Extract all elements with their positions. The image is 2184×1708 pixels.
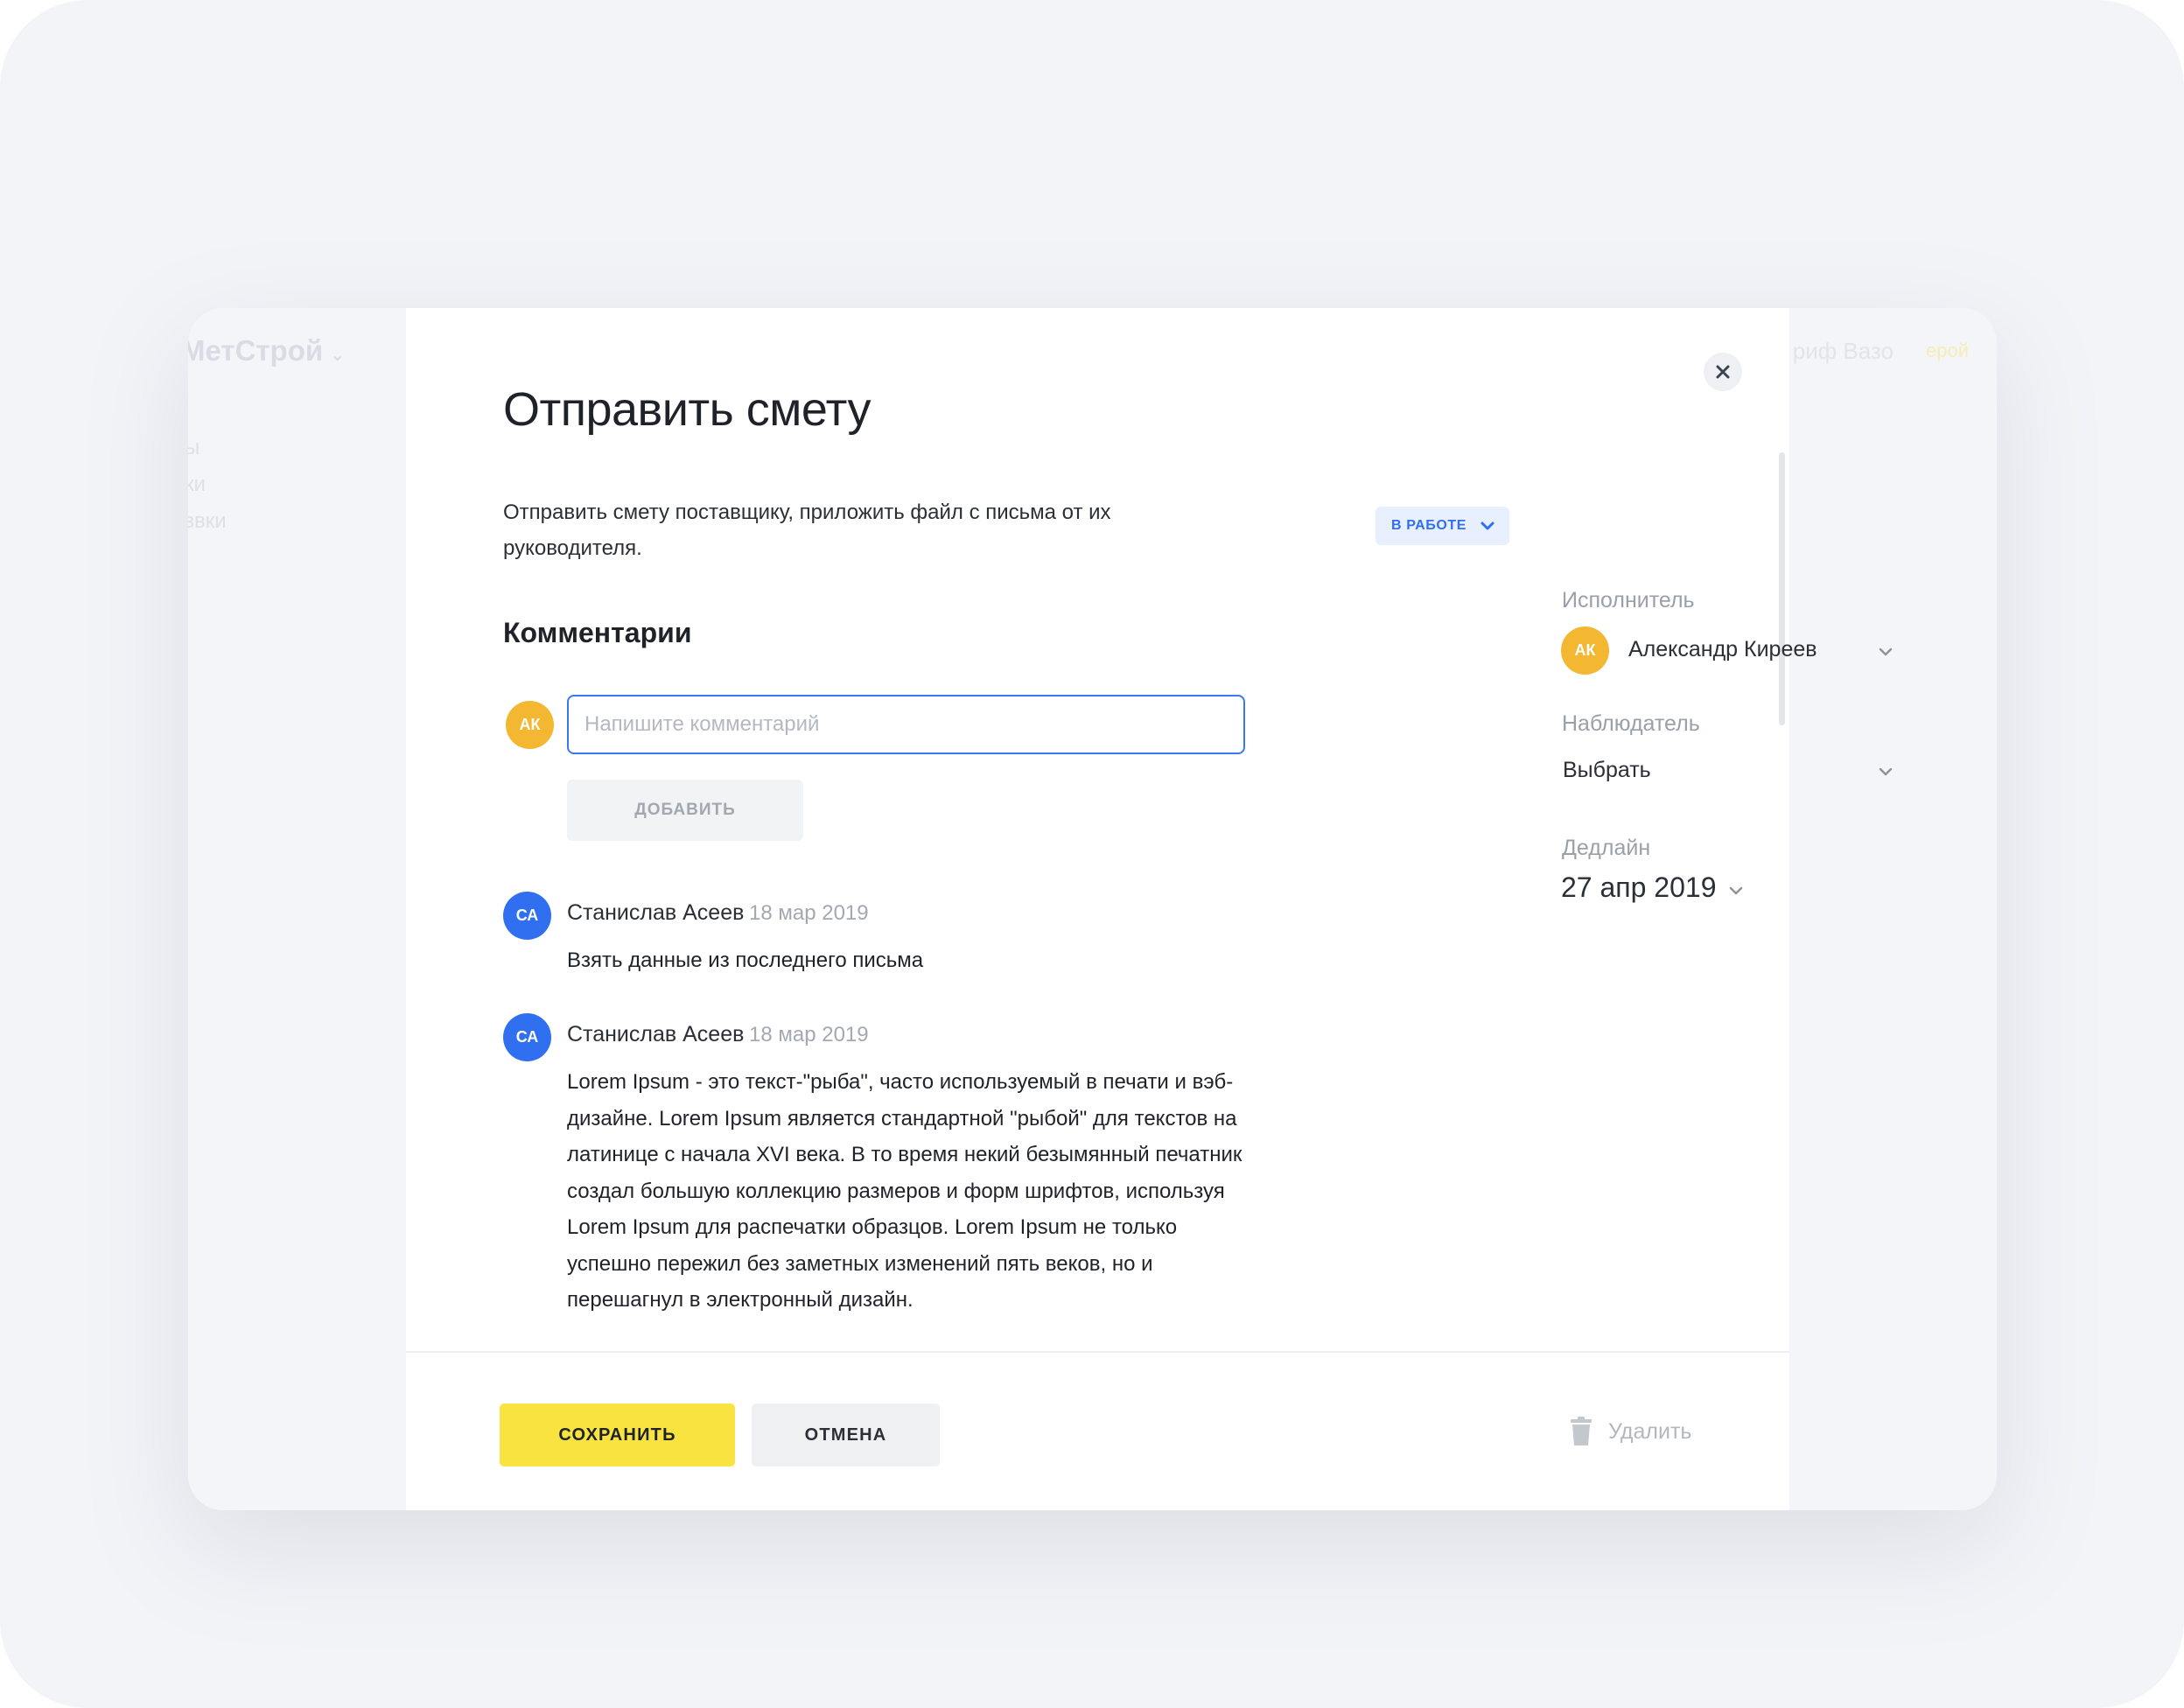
avatar: АК — [1561, 626, 1609, 675]
observer-value: Выбрать — [1563, 758, 1651, 782]
modal-title: Отправить смету — [503, 383, 871, 436]
brand-label: МетСтрой — [188, 334, 324, 367]
observer-select[interactable]: Выбрать — [1561, 752, 1894, 791]
deadline-value: 27 апр 2019 — [1561, 872, 1717, 903]
background-app-brand: МетСтрой ⌄ — [188, 334, 345, 368]
trash-icon — [1571, 1417, 1592, 1446]
comment-date: 18 мар 2019 — [749, 901, 869, 925]
comment-date: 18 мар 2019 — [749, 1023, 869, 1046]
status-label: В РАБОТЕ — [1391, 518, 1467, 533]
chevron-down-icon — [1729, 886, 1743, 895]
save-button[interactable]: СОХРАНИТЬ — [500, 1404, 735, 1466]
delete-label: Удалить — [1608, 1418, 1692, 1444]
comment-text: Взять данные из последнего письма — [567, 948, 924, 972]
chevron-down-icon: ⌄ — [330, 346, 345, 365]
background-nav-item: звки — [188, 509, 227, 533]
scrollbar[interactable] — [1779, 452, 1785, 725]
assignee-select[interactable]: АК Александр Киреев — [1561, 625, 1894, 676]
comment-author: Станислав Асеев — [567, 1022, 745, 1046]
deadline-label: Дедлайн — [1562, 836, 1651, 860]
comments-heading: Комментарии — [503, 617, 692, 648]
deadline-picker[interactable]: 27 апр 2019 — [1561, 868, 1771, 910]
assignee-name: Александр Киреев — [1628, 637, 1817, 662]
observer-label: Наблюдатель — [1562, 711, 1700, 736]
chevron-down-icon — [1480, 522, 1494, 530]
cancel-button[interactable]: ОТМЕНА — [752, 1404, 940, 1466]
close-button[interactable] — [1704, 353, 1742, 391]
app-window: МетСтрой ⌄ ы ки звки риф Вазо ерой Отправ… — [188, 308, 1997, 1510]
page-background: МетСтрой ⌄ ы ки звки риф Вазо ерой Отправ… — [0, 0, 2184, 1708]
comment-input[interactable] — [567, 695, 1245, 754]
close-icon — [1716, 365, 1730, 379]
comment-author: Станислав Асеев — [567, 900, 745, 925]
background-user-role: ерой — [1926, 340, 1969, 361]
add-comment-button[interactable]: ДОБАВИТЬ — [567, 780, 803, 841]
chevron-down-icon — [1879, 648, 1893, 656]
avatar: АК — [506, 701, 554, 749]
chevron-down-icon — [1879, 767, 1893, 776]
background-nav-item: ы — [188, 436, 200, 459]
avatar: СА — [503, 892, 551, 940]
send-estimate-modal: Отправить смету Отправить смету поставщи… — [406, 308, 1893, 1510]
status-dropdown[interactable]: В РАБОТЕ — [1376, 507, 1509, 545]
modal-footer: СОХРАНИТЬ ОТМЕНА Удалить — [406, 1351, 1789, 1510]
delete-button[interactable]: Удалить — [1570, 1414, 1691, 1449]
assignee-label: Исполнитель — [1562, 588, 1695, 612]
comment-text: Lorem Ipsum - это текст-"рыба", часто ис… — [567, 1070, 1242, 1312]
task-description: Отправить смету поставщику, приложить фа… — [503, 500, 1111, 560]
background-user-name: риф Вазо — [1792, 338, 1894, 364]
background-nav-item: ки — [188, 472, 206, 496]
avatar: СА — [503, 1013, 551, 1061]
